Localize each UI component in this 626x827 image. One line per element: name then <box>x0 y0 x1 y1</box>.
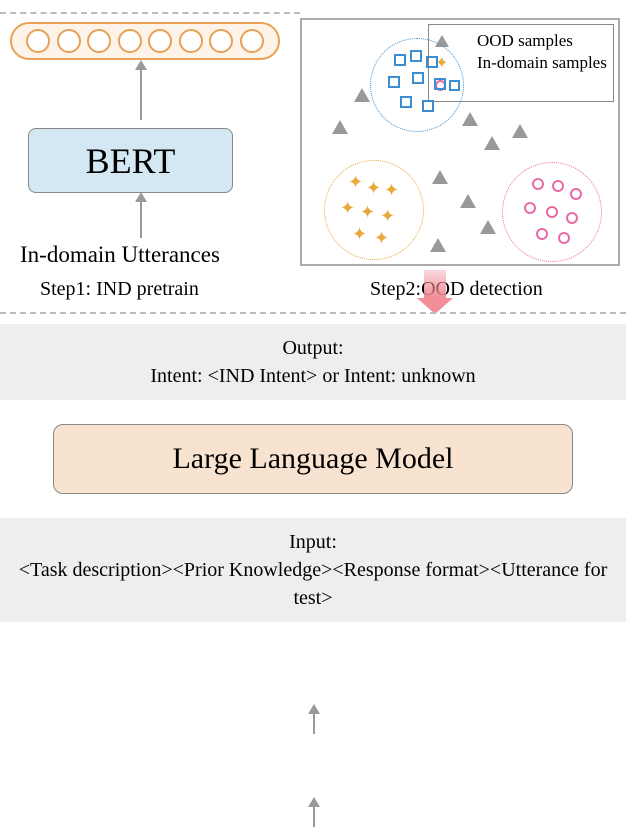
triangle-icon <box>354 88 370 102</box>
triangle-icon <box>480 220 496 234</box>
bottom-section: Output: Intent: <IND Intent> or Intent: … <box>0 324 626 622</box>
input-text: <Task description><Prior Knowledge><Resp… <box>8 556 618 612</box>
star-icon: ✦ <box>374 228 389 249</box>
triangle-icon <box>484 136 500 150</box>
input-box: Input: <Task description><Prior Knowledg… <box>0 518 626 622</box>
llm-box: Large Language Model <box>53 424 573 494</box>
embedding-token <box>57 29 81 53</box>
output-text: Intent: <IND Intent> or Intent: unknown <box>0 362 626 390</box>
circle-icon <box>566 212 578 224</box>
square-icon <box>434 78 446 90</box>
circle-icon <box>552 180 564 192</box>
output-box: Output: Intent: <IND Intent> or Intent: … <box>0 324 626 400</box>
ood-scatter-plot: OOD samples ✦ In-domain samples x <box>300 18 620 266</box>
embedding-token <box>26 29 50 53</box>
dashed-divider <box>0 312 626 314</box>
arrow-up-icon <box>140 200 142 238</box>
legend-ood-label: OOD samples <box>477 31 573 51</box>
square-icon <box>412 72 424 84</box>
embedding-vector <box>10 22 280 60</box>
star-icon: ✦ <box>366 178 381 199</box>
bert-label: BERT <box>86 140 176 182</box>
embedding-token <box>209 29 233 53</box>
triangle-icon <box>432 170 448 184</box>
step1-label: Step1: IND pretrain <box>40 278 199 301</box>
star-icon: ✦ <box>360 202 375 223</box>
star-icon: ✦ <box>352 224 367 245</box>
bert-model-box: BERT <box>28 128 233 193</box>
star-icon: ✦ <box>348 172 363 193</box>
step2-label: Step2:OOD detection <box>370 278 543 301</box>
input-title: Input: <box>8 528 618 556</box>
circle-icon <box>532 178 544 190</box>
star-icon: ✦ <box>340 198 355 219</box>
square-icon <box>400 96 412 108</box>
square-icon <box>426 56 438 68</box>
legend-ind-label: In-domain samples <box>477 53 607 73</box>
circle-icon <box>570 188 582 200</box>
triangle-icon <box>512 124 528 138</box>
embedding-token <box>179 29 203 53</box>
ind-utterances-label: In-domain Utterances <box>20 242 220 268</box>
square-icon <box>388 76 400 88</box>
output-title: Output: <box>0 334 626 362</box>
embedding-token <box>240 29 264 53</box>
dashed-divider-top <box>0 12 300 14</box>
circle-icon <box>558 232 570 244</box>
star-icon: ✦ <box>380 206 395 227</box>
llm-label: Large Language Model <box>172 442 453 476</box>
top-section: BERT In-domain Utterances Step1: IND pre… <box>0 0 626 308</box>
embedding-token <box>87 29 111 53</box>
triangle-icon <box>462 112 478 126</box>
square-icon <box>422 100 434 112</box>
arrow-up-icon <box>140 68 142 120</box>
triangle-icon <box>332 120 348 134</box>
arrow-up-icon <box>313 712 315 734</box>
triangle-icon <box>430 238 446 252</box>
embedding-token <box>148 29 172 53</box>
circle-icon <box>546 206 558 218</box>
legend-row-ood: OOD samples <box>435 31 607 51</box>
circle-icon <box>524 202 536 214</box>
arrow-up-icon <box>313 805 315 827</box>
embedding-token <box>118 29 142 53</box>
square-icon <box>410 50 422 62</box>
star-icon: ✦ <box>384 180 399 201</box>
triangle-icon <box>460 194 476 208</box>
square-icon <box>394 54 406 66</box>
arrow-down-icon <box>424 270 446 312</box>
circle-icon <box>536 228 548 240</box>
